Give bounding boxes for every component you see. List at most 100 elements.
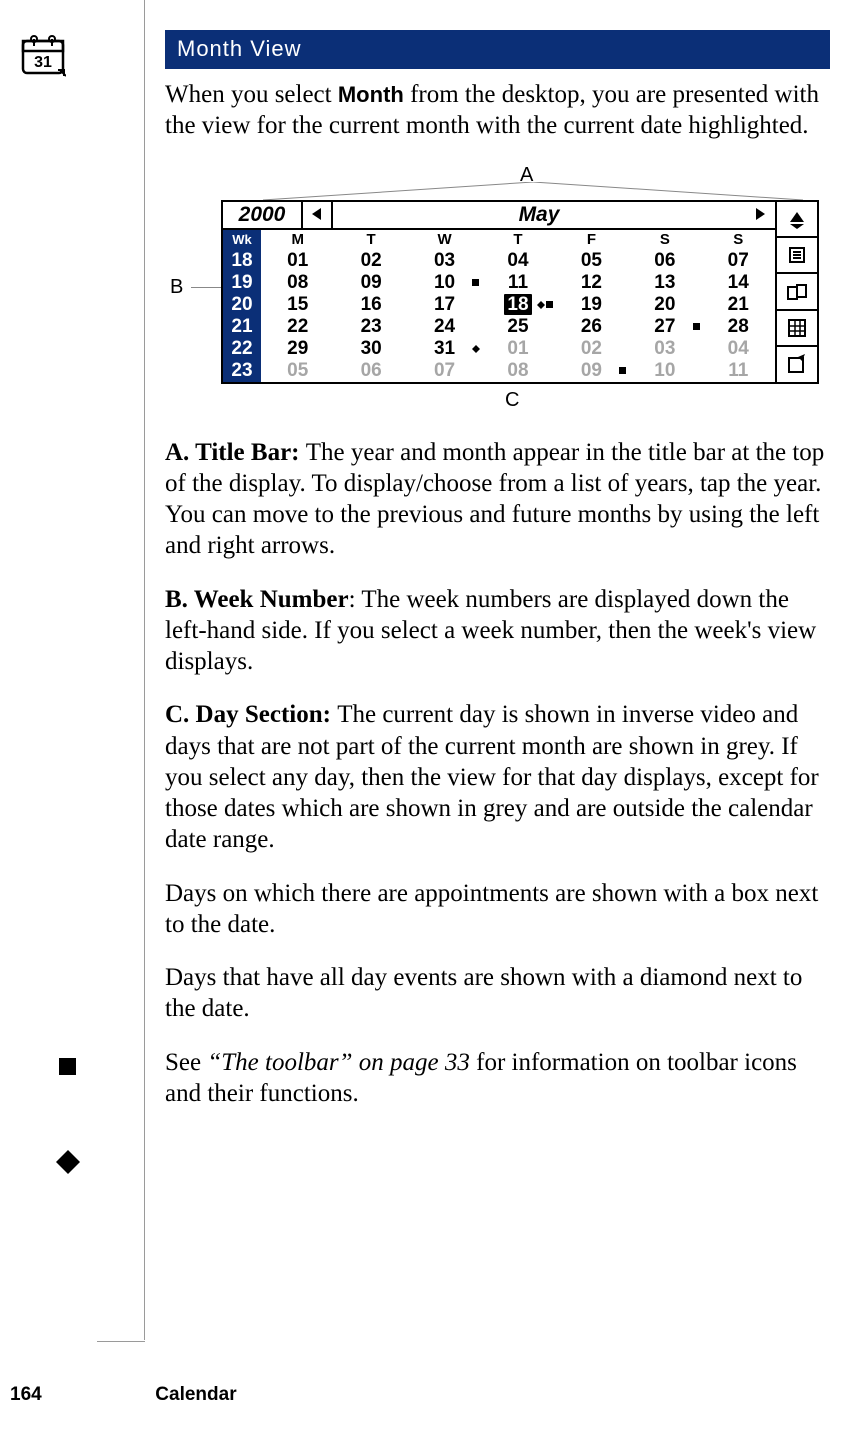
day-section-paragraph: C. Day Section: The current day is shown…	[165, 699, 830, 855]
day-cell[interactable]: 27	[628, 316, 701, 338]
day-cell: 02	[555, 338, 628, 360]
callout-b: B	[170, 276, 183, 299]
day-cell[interactable]: 09	[334, 272, 407, 294]
week-number[interactable]: 18	[223, 250, 261, 272]
day-row: 22232425262728	[261, 316, 775, 338]
callout-a-lines	[243, 182, 823, 200]
title-bar-label: A. Title Bar:	[165, 439, 306, 466]
calendar-icon: 31	[20, 32, 66, 78]
month-view-figure: A B C 2000 May	[165, 164, 823, 409]
month-calendar: 2000 May Wk 18 19	[221, 200, 819, 384]
svg-text:31: 31	[34, 54, 52, 71]
day-cell[interactable]: 22	[261, 316, 334, 338]
box-marker-paragraph: Days on which there are appointments are…	[165, 878, 830, 941]
vertical-rule-foot	[97, 1341, 145, 1342]
callout-b-line	[191, 287, 221, 288]
allday-diamond-marker	[56, 1138, 80, 1162]
day-cell: 05	[261, 360, 334, 382]
day-cell: 08	[481, 360, 554, 382]
day-cell[interactable]: 05	[555, 250, 628, 272]
week-number-paragraph: B. Week Number: The week numbers are dis…	[165, 584, 830, 678]
day-row: 15161718192021	[261, 294, 775, 316]
day-cell: 06	[334, 360, 407, 382]
day-cell[interactable]: 25	[481, 316, 554, 338]
day-cell[interactable]: 15	[261, 294, 334, 316]
day-cell[interactable]: 06	[628, 250, 701, 272]
appointment-marker-icon	[546, 301, 553, 308]
day-cell[interactable]: 01	[261, 250, 334, 272]
calendar-title-bar: 2000 May	[223, 202, 775, 230]
week-header: Wk	[223, 230, 261, 250]
day-grid: M T W T F S S 01020304050607080910111213…	[261, 230, 775, 382]
page-footer: 164 Calendar	[10, 1384, 850, 1406]
new-entry-icon[interactable]	[777, 347, 817, 381]
day-cell[interactable]: 13	[628, 272, 701, 294]
day-cell: 01	[481, 338, 554, 360]
day-cell[interactable]: 31	[408, 338, 481, 360]
week-view-icon[interactable]	[777, 274, 817, 310]
vertical-rule	[144, 0, 145, 1340]
day-header: S	[628, 230, 701, 250]
day-cell[interactable]: 12	[555, 272, 628, 294]
left-margin-rail: 31	[0, 0, 145, 1436]
day-row: 05060708091011	[261, 360, 775, 382]
appointment-marker-icon	[619, 367, 626, 374]
week-number[interactable]: 23	[223, 360, 261, 382]
day-row: 29303101020304	[261, 338, 775, 360]
year-selector[interactable]: 2000	[223, 202, 303, 228]
zoom-toggle-icon[interactable]	[777, 202, 817, 238]
callout-c: C	[505, 389, 519, 412]
day-section-label: C. Day Section:	[165, 701, 337, 728]
day-cell: 07	[408, 360, 481, 382]
appointment-marker-icon	[693, 323, 700, 330]
day-cell[interactable]: 16	[334, 294, 407, 316]
day-cell: 03	[628, 338, 701, 360]
allday-marker-icon	[537, 297, 545, 305]
day-cell[interactable]: 04	[481, 250, 554, 272]
see-also-paragraph: See “The toolbar” on page 33 for informa…	[165, 1047, 830, 1110]
day-cell[interactable]: 28	[702, 316, 775, 338]
intro-strong: Month	[338, 82, 404, 107]
day-cell[interactable]: 14	[702, 272, 775, 294]
see-ref: “The toolbar” on page 33	[207, 1049, 470, 1076]
week-number[interactable]: 20	[223, 294, 261, 316]
day-header: F	[555, 230, 628, 250]
appointment-marker-icon	[472, 279, 479, 286]
intro-paragraph: When you select Month from the desktop, …	[165, 79, 830, 142]
day-cell[interactable]: 23	[334, 316, 407, 338]
day-header: T	[481, 230, 554, 250]
day-cell[interactable]: 26	[555, 316, 628, 338]
next-month-button[interactable]	[745, 202, 775, 228]
day-cell[interactable]: 02	[334, 250, 407, 272]
day-cell[interactable]: 11	[481, 272, 554, 294]
section-title: Month View	[165, 30, 830, 69]
day-cell[interactable]: 10	[408, 272, 481, 294]
appointment-box-marker	[59, 1058, 76, 1075]
week-number[interactable]: 22	[223, 338, 261, 360]
day-header: W	[408, 230, 481, 250]
see-a: See	[165, 1049, 207, 1076]
day-header: M	[261, 230, 334, 250]
month-label: May	[333, 202, 745, 228]
day-cell[interactable]: 21	[702, 294, 775, 316]
day-cell[interactable]: 30	[334, 338, 407, 360]
allday-marker-icon	[472, 341, 480, 349]
day-header-row: M T W T F S S	[261, 230, 775, 250]
grid-view-icon[interactable]	[777, 311, 817, 347]
prev-month-button[interactable]	[303, 202, 333, 228]
day-view-icon[interactable]	[777, 238, 817, 274]
day-cell[interactable]: 24	[408, 316, 481, 338]
week-number[interactable]: 21	[223, 316, 261, 338]
diamond-marker-paragraph: Days that have all day events are shown …	[165, 962, 830, 1025]
day-cell[interactable]: 20	[628, 294, 701, 316]
day-cell[interactable]: 29	[261, 338, 334, 360]
day-cell[interactable]: 08	[261, 272, 334, 294]
day-cell[interactable]: 07	[702, 250, 775, 272]
day-cell[interactable]: 17	[408, 294, 481, 316]
day-cell[interactable]: 18	[481, 294, 554, 316]
week-number[interactable]: 19	[223, 272, 261, 294]
day-cell[interactable]: 19	[555, 294, 628, 316]
day-cell[interactable]: 03	[408, 250, 481, 272]
day-header: S	[702, 230, 775, 250]
day-cell: 09	[555, 360, 628, 382]
